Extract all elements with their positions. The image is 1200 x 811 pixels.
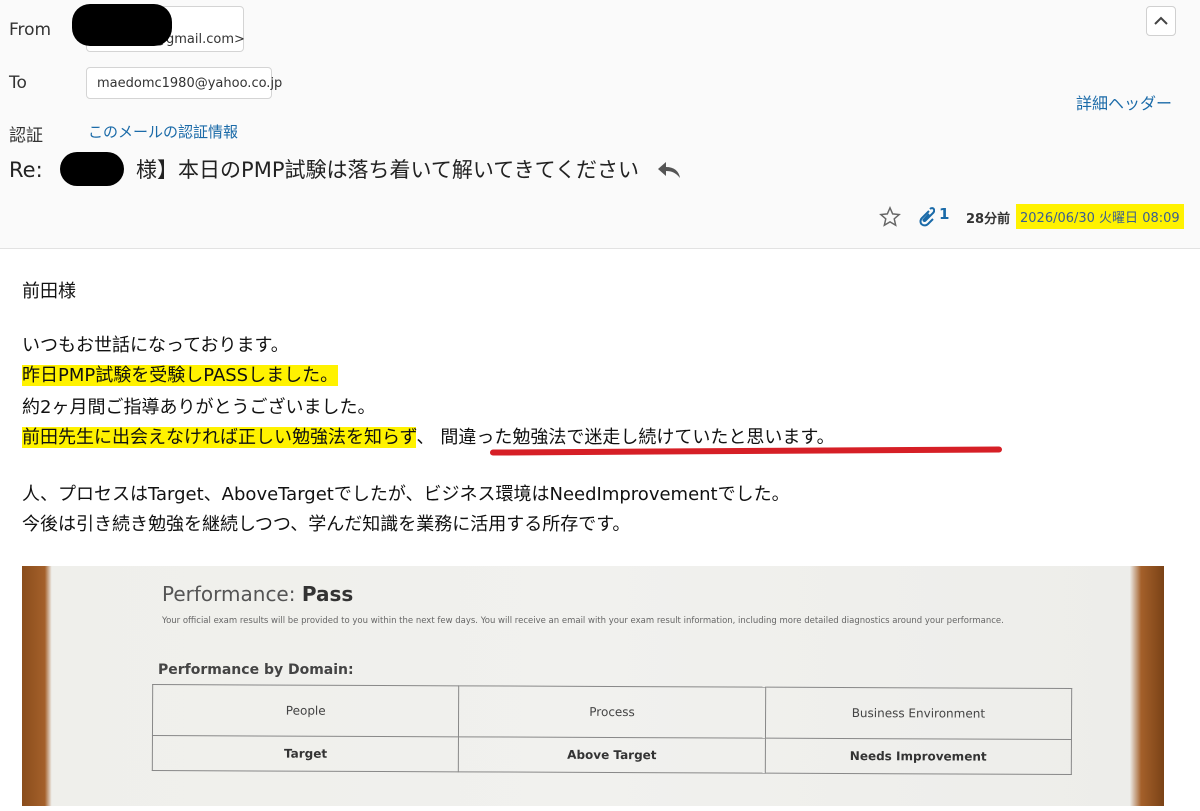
relative-time: 28分前 bbox=[966, 212, 1011, 227]
greeting: 前田様 bbox=[22, 281, 76, 302]
body-line-2: 昨日PMP試験を受験しPASSしました。 bbox=[22, 362, 339, 390]
star-icon[interactable] bbox=[879, 206, 901, 228]
domain-name: Business Environment bbox=[765, 687, 1072, 740]
redacted-sender bbox=[72, 4, 172, 46]
highlighted-teacher-text: 前田先生に出会えなければ正しい勉強法を知らず bbox=[22, 427, 417, 448]
domain-result: Needs Improvement bbox=[764, 738, 1072, 775]
body-line-3: 約2ヶ月間ご指導ありがとうございました。 bbox=[22, 397, 376, 418]
email-header: From @gmail.com> To maedomc1980@yahoo.co… bbox=[0, 0, 1200, 249]
highlighted-pass-text: 昨日PMP試験を受験しPASSしました。 bbox=[22, 365, 339, 386]
to-label: To bbox=[9, 73, 27, 93]
redacted-subject-name bbox=[60, 152, 124, 186]
from-label: From bbox=[9, 20, 52, 40]
to-chip[interactable]: maedomc1980@yahoo.co.jp bbox=[86, 67, 282, 99]
domain-title: Performance by Domain: bbox=[158, 662, 354, 678]
result-paper: Performance: Pass Your official exam res… bbox=[22, 566, 1164, 806]
body-line-5: 人、プロセスはTarget、AboveTargetでしたが、ビジネス環境はNee… bbox=[22, 484, 790, 505]
attachment-count[interactable]: 1 bbox=[939, 205, 949, 223]
paperclip-icon[interactable] bbox=[917, 206, 935, 228]
domain-name: Process bbox=[458, 685, 766, 739]
auth-label: 認証 bbox=[9, 126, 43, 146]
sent-datetime: 2026/06/30 火曜日 08:09 bbox=[1016, 204, 1184, 229]
domain-result: Target bbox=[152, 735, 459, 772]
body-line-1: いつもお世話になっております。 bbox=[22, 335, 289, 356]
comma: 、 bbox=[416, 427, 435, 448]
domain-table: People Process Business Environment Targ… bbox=[152, 684, 1072, 775]
collapse-header-button[interactable] bbox=[1146, 6, 1176, 36]
reply-arrow-icon[interactable] bbox=[656, 160, 682, 180]
underlined-text: 間違った勉強法で迷走し続けていたと思います。 bbox=[440, 427, 835, 448]
chevron-up-icon bbox=[1154, 16, 1168, 25]
subject-text: 様】本日のPMP試験は落ち着いて解いてきてください bbox=[136, 158, 639, 182]
performance-description: Your official exam results will be provi… bbox=[162, 616, 1004, 626]
body-line-6: 今後は引き続き勉強を継続しつつ、学んだ知識を業務に活用する所存です。 bbox=[22, 514, 631, 535]
performance-heading: Performance: Pass bbox=[162, 582, 353, 606]
auth-info-link[interactable]: このメールの認証情報 bbox=[88, 121, 238, 142]
domain-name: People bbox=[152, 684, 460, 737]
domain-result: Above Target bbox=[458, 736, 766, 774]
subject-prefix: Re: bbox=[9, 158, 43, 182]
detail-header-link[interactable]: 詳細ヘッダー bbox=[1076, 90, 1172, 114]
to-email: maedomc1980@yahoo.co.jp bbox=[97, 76, 283, 91]
exam-result-photo: Performance: Pass Your official exam res… bbox=[22, 566, 1164, 806]
performance-label: Performance: bbox=[162, 582, 296, 606]
performance-value: Pass bbox=[301, 582, 354, 606]
